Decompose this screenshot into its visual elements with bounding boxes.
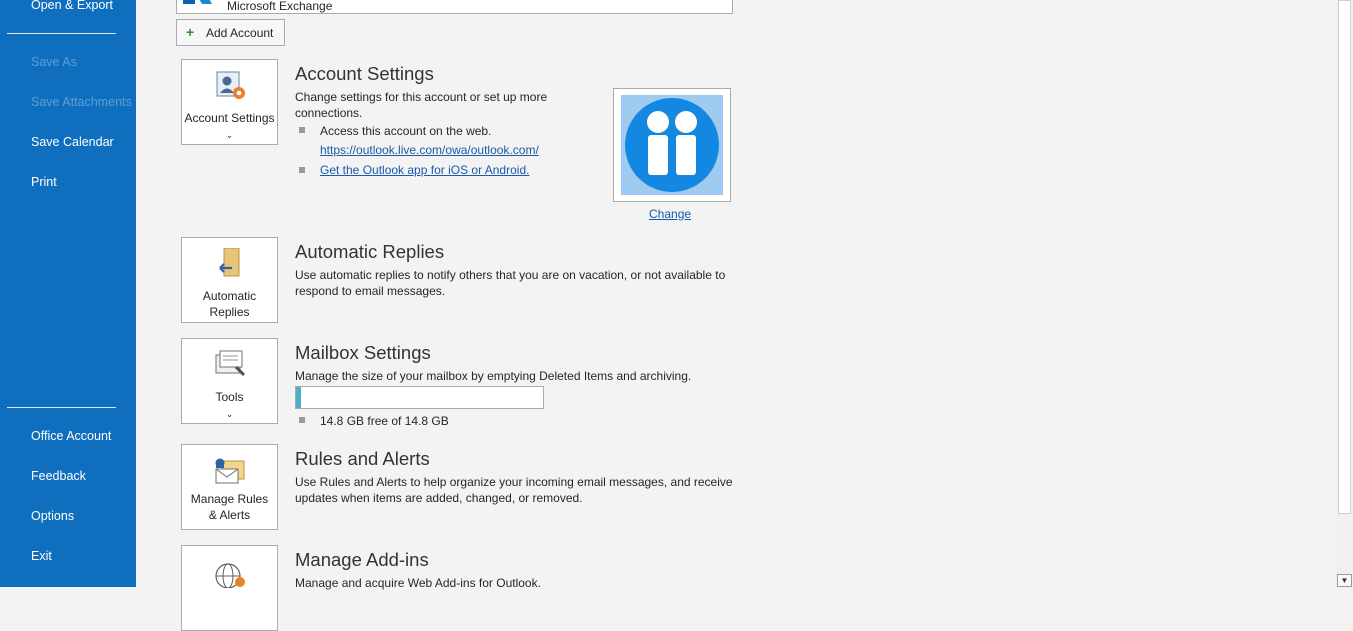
nav-exit[interactable]: Exit (31, 549, 52, 563)
account-settings-tile-label: Account Settings ⌄ (184, 111, 275, 140)
add-account-button[interactable]: + Add Account (176, 19, 285, 46)
manage-addins-button[interactable] (181, 545, 278, 631)
mailbox-usage-fill (296, 387, 301, 408)
automatic-replies-tile-label: Automatic Replies (202, 289, 257, 319)
profile-photo (613, 88, 731, 202)
account-info-pane: Microsoft Exchange + Add Account Account… (136, 0, 1336, 631)
bullet (299, 167, 305, 173)
nav-save-attachments: Save Attachments (31, 95, 132, 109)
tools-icon (215, 350, 246, 377)
exchange-icon (183, 0, 212, 4)
automatic-replies-description: Use automatic replies to notify others t… (295, 268, 726, 298)
bullet (299, 417, 305, 423)
nav-save-as: Save As (31, 55, 77, 69)
account-name: Microsoft Exchange (227, 0, 333, 13)
change-photo-link[interactable]: Change (649, 207, 691, 221)
manage-addins-description: Manage and acquire Web Add-ins for Outlo… (295, 576, 541, 590)
account-dropdown[interactable]: Microsoft Exchange (176, 0, 733, 14)
rules-alerts-title: Rules and Alerts (295, 448, 430, 469)
plus-icon: + (186, 24, 195, 40)
nav-divider (7, 33, 116, 34)
scrollbar-thumb[interactable] (1338, 0, 1351, 514)
account-settings-button[interactable]: Account Settings ⌄ (181, 59, 278, 145)
nav-office-account[interactable]: Office Account (31, 429, 111, 443)
nav-options[interactable]: Options (31, 509, 74, 523)
outlook-app-link[interactable]: Get the Outlook app for iOS or Android. (320, 163, 529, 177)
avatar-icon (625, 98, 719, 192)
account-settings-icon (216, 71, 245, 99)
rules-alerts-tile-label: Manage Rules & Alerts (190, 492, 269, 522)
bullet (299, 127, 305, 133)
account-settings-description: Change settings for this account or set … (295, 90, 548, 120)
manage-addins-title: Manage Add-ins (295, 549, 429, 570)
tools-button[interactable]: Tools ⌄ (181, 338, 278, 424)
mailbox-usage-text: 14.8 GB free of 14.8 GB (320, 414, 449, 428)
nav-save-calendar[interactable]: Save Calendar (31, 135, 114, 149)
rules-alerts-icon (215, 458, 245, 484)
globe-icon (215, 563, 245, 588)
mailbox-settings-description: Manage the size of your mailbox by empty… (295, 369, 692, 383)
automatic-replies-button[interactable]: Automatic Replies (181, 237, 278, 323)
nav-feedback[interactable]: Feedback (31, 469, 86, 483)
mailbox-settings-title: Mailbox Settings (295, 342, 431, 363)
rules-alerts-description: Use Rules and Alerts to help organize yo… (295, 475, 733, 505)
vertical-scrollbar[interactable]: ▼ (1336, 0, 1353, 587)
scroll-down-arrow-icon[interactable]: ▼ (1337, 574, 1352, 587)
automatic-replies-title: Automatic Replies (295, 241, 445, 262)
tools-tile-label: Tools ⌄ (215, 390, 244, 419)
mailbox-usage-bar (295, 386, 544, 409)
add-account-label: Add Account (206, 26, 274, 40)
manage-rules-alerts-button[interactable]: Manage Rules & Alerts (181, 444, 278, 530)
access-web-text: Access this account on the web. (320, 124, 492, 138)
nav-print[interactable]: Print (31, 175, 57, 189)
nav-divider (7, 407, 116, 408)
nav-open-export[interactable]: Open & Export (31, 0, 113, 12)
backstage-sidebar: Open & Export Save As Save Attachments S… (0, 0, 136, 587)
profile-picture (621, 95, 723, 195)
automatic-replies-icon (219, 248, 240, 277)
owa-link[interactable]: https://outlook.live.com/owa/outlook.com… (320, 143, 539, 157)
account-settings-title: Account Settings (295, 63, 434, 84)
